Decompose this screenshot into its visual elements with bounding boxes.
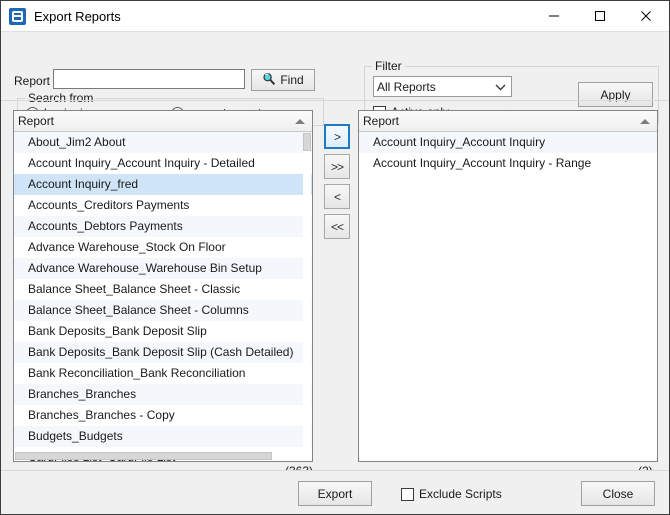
list-item[interactable]: Budgets_Budgets — [14, 426, 312, 447]
list-item[interactable]: Account Inquiry_Account Inquiry — [359, 132, 657, 153]
list-item[interactable]: Bank Reconciliation_Bank Reconciliation — [14, 363, 312, 384]
right-list-rows: Account Inquiry_Account Inquiry Account I… — [359, 132, 657, 461]
list-item[interactable]: Advance Warehouse_Warehouse Bin Setup — [14, 258, 312, 279]
list-item[interactable]: Accounts_Creditors Payments — [14, 195, 312, 216]
move-left-button-label: < — [333, 189, 341, 204]
app-icon — [9, 7, 26, 25]
title-bar: Export Reports — [1, 1, 669, 31]
minimize-icon[interactable] — [531, 1, 577, 31]
move-right-button[interactable]: > — [324, 124, 350, 149]
list-item[interactable]: Balance Sheet_Balance Sheet - Columns — [14, 300, 312, 321]
left-list-horizontal-scroll-thumb[interactable] — [15, 452, 272, 460]
right-list-header-label: Report — [363, 114, 400, 128]
list-item[interactable]: Account Inquiry_fred — [14, 174, 312, 195]
move-all-left-button[interactable]: << — [324, 214, 350, 239]
sort-ascending-icon — [640, 119, 650, 124]
filter-title: Filter — [372, 59, 405, 73]
footer-bar: Export Exclude Scripts Close — [1, 470, 669, 514]
list-item[interactable]: Accounts_Debtors Payments — [14, 216, 312, 237]
left-list-vertical-scrollbar[interactable] — [303, 133, 311, 451]
filter-select-value: All Reports — [377, 79, 436, 94]
chevron-down-icon — [492, 83, 508, 91]
report-search-input[interactable] — [53, 69, 245, 89]
list-item[interactable]: Account Inquiry_Account Inquiry - Range — [359, 153, 657, 174]
list-item[interactable]: Bank Deposits_Bank Deposit Slip (Cash De… — [14, 342, 312, 363]
list-item[interactable]: About_Jim2 About — [14, 132, 312, 153]
available-reports-list[interactable]: Report About_Jim2 About Account Inquiry_A… — [13, 110, 313, 462]
window-controls — [531, 1, 669, 31]
sort-ascending-icon — [295, 119, 305, 124]
export-button[interactable]: Export — [298, 481, 372, 506]
exclude-scripts-label: Exclude Scripts — [419, 487, 502, 501]
exclude-scripts-checkbox-icon — [401, 487, 414, 501]
close-icon[interactable] — [623, 1, 669, 31]
left-list-horizontal-scrollbar[interactable] — [15, 452, 302, 460]
list-item[interactable]: Balance Sheet_Balance Sheet - Classic — [14, 279, 312, 300]
selected-reports-list[interactable]: Report Account Inquiry_Account Inquiry Ac… — [358, 110, 658, 462]
move-all-right-button-label: >> — [330, 159, 344, 174]
left-list-header-label: Report — [18, 114, 55, 128]
close-button-label: Close — [602, 486, 634, 501]
list-item[interactable]: Branches_Branches — [14, 384, 312, 405]
report-label: Report — [14, 74, 51, 88]
close-button[interactable]: Close — [581, 481, 655, 506]
list-item[interactable]: Account Inquiry_Account Inquiry - Detail… — [14, 153, 312, 174]
move-left-button[interactable]: < — [324, 184, 350, 209]
move-all-right-button[interactable]: >> — [324, 154, 350, 179]
left-list-rows: About_Jim2 About Account Inquiry_Account … — [14, 132, 312, 461]
left-list-header[interactable]: Report — [14, 111, 312, 132]
list-item[interactable]: Advance Warehouse_Stock On Floor — [14, 237, 312, 258]
search-and-filter-panel: Report Find Search from beginning curren… — [1, 31, 669, 126]
maximize-icon[interactable] — [577, 1, 623, 31]
move-right-button-label: > — [333, 129, 341, 144]
list-item[interactable]: Branches_Branches - Copy — [14, 405, 312, 426]
lists-area: Report About_Jim2 About Account Inquiry_A… — [1, 100, 669, 478]
window-title: Export Reports — [34, 8, 121, 24]
find-button[interactable]: Find — [251, 69, 315, 91]
magnifier-icon — [262, 72, 276, 89]
export-reports-window: Export Reports Report Find Search from F… — [0, 0, 670, 515]
export-button-label: Export — [317, 486, 353, 501]
list-item[interactable]: Bank Deposits_Bank Deposit Slip — [14, 321, 312, 342]
move-all-left-button-label: << — [330, 219, 344, 234]
left-list-vertical-scroll-thumb[interactable] — [303, 133, 311, 151]
filter-select[interactable]: All Reports — [373, 76, 512, 97]
find-button-label: Find — [280, 73, 304, 87]
right-list-header[interactable]: Report — [359, 111, 657, 132]
exclude-scripts-checkbox[interactable]: Exclude Scripts — [401, 487, 502, 501]
